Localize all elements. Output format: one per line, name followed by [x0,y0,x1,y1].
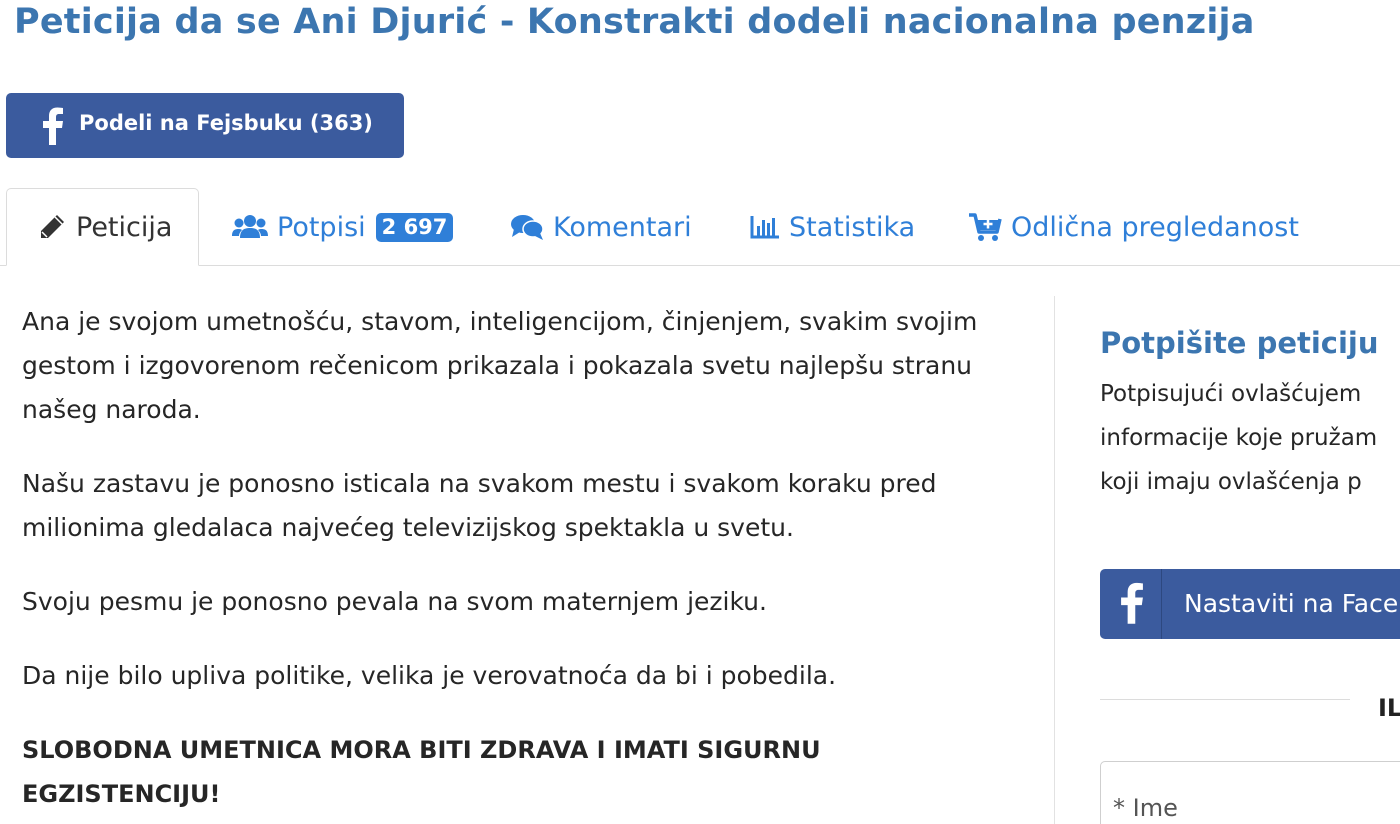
continue-with-facebook-button[interactable]: Nastaviti na Facebook [1100,569,1400,639]
bar-chart-icon [750,216,779,239]
petition-paragraph: Ana je svojom umetnošću, stavom, intelig… [22,307,978,424]
tab-bar: Peticija Potpisi 2 697 Komentari Statist… [0,188,1400,266]
users-icon [232,215,268,238]
tab-label: Odlična pregledanost [1011,211,1299,243]
petition-emphasis: SLOBODNA UMETNICA MORA BITI ZDRAVA I IMA… [22,736,821,808]
comments-icon [511,215,544,240]
page-title: Peticija da se Ani Djurić - Konstrakti d… [14,2,1255,42]
continue-with-facebook-label: Nastaviti na Facebook [1184,589,1400,618]
facebook-icon [43,107,63,145]
petition-text: Ana je svojom umetnošću, stavom, intelig… [22,300,1027,824]
petition-paragraph: Svoju pesmu je ponosno pevala na svom ma… [22,587,767,616]
or-divider [1100,699,1350,700]
tab-label: Potpisi [277,211,366,243]
tab-peticija[interactable]: Peticija [6,188,199,266]
or-label: ILI [1378,694,1400,722]
petition-paragraph: Da nije bilo upliva politike, velika je … [22,661,837,690]
petition-paragraph: Našu zastavu je ponosno isticala na svak… [22,469,937,542]
tab-label: Peticija [76,211,173,243]
tab-label: Komentari [553,211,692,243]
tab-komentari[interactable]: Komentari [510,188,692,266]
cart-plus-icon [969,213,1002,241]
signature-count-badge: 2 697 [375,212,454,242]
facebook-icon [1121,582,1143,624]
name-field[interactable] [1100,761,1400,824]
tab-statistika[interactable]: Statistika [750,188,915,266]
description-line: informacije koje pružam [1100,425,1378,451]
description-line: koji imaju ovlašćenja p [1100,469,1362,495]
tab-label: Statistika [789,211,916,243]
sign-petition-panel: Potpišite peticiju Potpisujući ovlašćuje… [1100,320,1400,824]
share-facebook-button[interactable]: Podeli na Fejsbuku (363) [6,93,404,158]
tab-odlicna-pregledanost[interactable]: Odlična pregledanost [968,188,1299,266]
pencil-icon [41,215,64,238]
facebook-icon-box [1100,569,1162,639]
sign-petition-heading: Potpišite peticiju [1100,326,1379,360]
column-divider [1054,296,1055,824]
description-line: Potpisujući ovlašćujem [1100,381,1362,407]
sign-petition-description: Potpisujući ovlašćujem informacije koje … [1100,372,1400,504]
share-facebook-label: Podeli na Fejsbuku (363) [79,111,373,135]
tab-potpisi[interactable]: Potpisi 2 697 [232,188,454,266]
